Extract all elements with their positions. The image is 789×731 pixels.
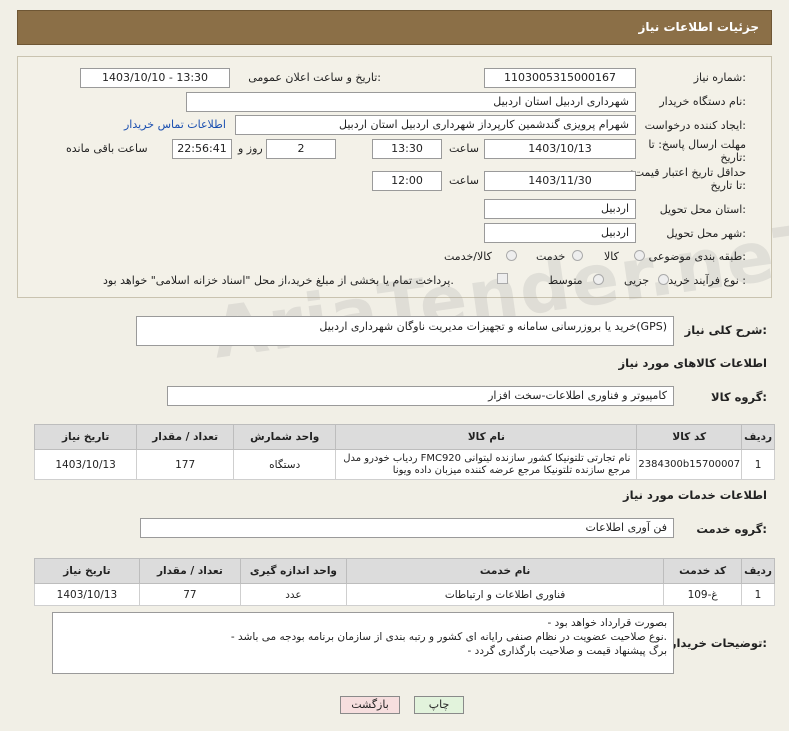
deadline-time-field[interactable]: 13:30: [372, 139, 442, 159]
deadline-time-word: ساعت: [449, 142, 479, 155]
goods-section-title: اطلاعات کالاهای مورد نیاز: [618, 356, 767, 370]
notes-line: - بصورت قرارداد خواهد بود: [547, 617, 667, 629]
col-need-date: تاریخ نیاز: [33, 424, 138, 450]
row-qty: 177: [136, 449, 235, 480]
announce-field[interactable]: 1403/10/10 - 13:30: [80, 68, 230, 88]
page-header: جزئیات اطلاعات نیاز: [17, 10, 772, 45]
need-number-field[interactable]: 1103005315000167: [484, 68, 636, 88]
remaining-word: ساعت باقی مانده: [66, 142, 148, 155]
category-goods-service-label: کالا/خدمت: [444, 250, 492, 263]
goods-group-label: گروه کالا:: [711, 390, 767, 404]
city-field[interactable]: اردبیل: [484, 223, 636, 243]
table-row[interactable]: 1403/10/13 77 عدد فناوری اطلاعات و ارتبا…: [34, 583, 775, 606]
col-need-date: تاریخ نیاز: [34, 558, 140, 584]
validity-time-word: ساعت: [449, 174, 479, 187]
row-index: 1: [741, 449, 775, 480]
col-qty: تعداد / مقدار: [138, 558, 241, 584]
treasury-payment-note: پرداخت تمام یا بخشی از مبلغ خرید،از محل …: [103, 274, 454, 287]
need-number-label: شماره نیاز:: [693, 71, 746, 84]
row-service-name: فناوری اطلاعات و ارتباطات: [345, 583, 665, 606]
process-minor-label: جزیی: [624, 274, 650, 287]
category-service-label: خدمت: [536, 250, 566, 263]
process-medium-radio[interactable]: [593, 274, 604, 285]
row-code: 2384300b15700007: [636, 449, 743, 480]
process-minor-radio[interactable]: [658, 274, 669, 285]
summary-text: خرید یا بروزرسانی سامانه و تجهیزات مدیری…: [319, 320, 667, 333]
col-service-name: نام خدمت: [345, 558, 665, 584]
creator-label: ایجاد کننده درخواست:: [644, 119, 746, 132]
col-unit: واحد اندازه گیری: [239, 558, 347, 584]
notes-line: - نوع صلاحیت عضویت در نظام صنفی رایانه ا…: [230, 631, 667, 643]
province-label: استان محل تحویل:: [659, 203, 746, 216]
goods-group-field[interactable]: کامپیوتر و فناوری اطلاعات-سخت افزار: [167, 386, 674, 406]
validity-label: حداقل تاریخ اعتبار قیمت: تا تاریخ:: [630, 166, 746, 192]
validity-time-field[interactable]: 12:00: [372, 171, 442, 191]
row-service-code: غ-109: [663, 583, 743, 606]
summary-field[interactable]: خرید یا بروزرسانی سامانه و تجهیزات مدیری…: [136, 316, 674, 346]
row-unit: دستگاه: [233, 449, 337, 480]
creator-field[interactable]: شهرام پرویزی گندشمین کارپرداز شهرداری ار…: [235, 115, 636, 135]
col-unit: واحد شمارش: [233, 424, 337, 450]
notes-line: - برگ پیشنهاد قیمت و صلاحیت بارگذاری گرد…: [467, 645, 667, 657]
deadline-label: مهلت ارسال پاسخ: تا تاریخ:: [648, 138, 746, 164]
row-unit: عدد: [239, 583, 347, 606]
province-field[interactable]: اردبیل: [484, 199, 636, 219]
col-qty: تعداد / مقدار: [136, 424, 235, 450]
col-name: نام کالا: [335, 424, 638, 450]
col-index: ردیف: [741, 558, 775, 584]
notes-field[interactable]: - بصورت قرارداد خواهد بود - نوع صلاحیت ع…: [52, 612, 674, 674]
validity-date-field[interactable]: 1403/11/30: [484, 171, 636, 191]
buyer-field[interactable]: شهرداری اردبیل استان اردبیل: [186, 92, 636, 112]
category-goods-label: کالا: [604, 250, 619, 263]
treasury-payment-checkbox[interactable]: [497, 273, 508, 284]
category-goods-radio[interactable]: [634, 250, 645, 261]
print-button[interactable]: چاپ: [414, 696, 464, 714]
services-group-field[interactable]: فن آوری اطلاعات: [140, 518, 674, 538]
col-service-code: کد خدمت: [663, 558, 743, 584]
services-section-title: اطلاعات خدمات مورد نیاز: [623, 488, 767, 502]
table-row[interactable]: 1403/10/13 177 دستگاه ردیاب خودرو مدل FM…: [33, 449, 775, 480]
category-goods-service-radio[interactable]: [506, 250, 517, 261]
col-code: کد کالا: [636, 424, 743, 450]
city-label: شهر محل تحویل:: [666, 227, 746, 240]
services-table: تاریخ نیاز تعداد / مقدار واحد اندازه گیر…: [34, 558, 775, 606]
announce-label: تاریخ و ساعت اعلان عمومی:: [248, 71, 381, 84]
page-title: جزئیات اطلاعات نیاز: [638, 20, 759, 34]
row-index: 1: [741, 583, 775, 606]
goods-table: تاریخ نیاز تعداد / مقدار واحد شمارش نام …: [33, 424, 775, 480]
days-word: روز و: [238, 142, 263, 155]
services-table-header: تاریخ نیاز تعداد / مقدار واحد اندازه گیر…: [34, 558, 775, 584]
back-button[interactable]: بازگشت: [340, 696, 400, 714]
process-label: نوع فرآیند خرید :: [668, 274, 746, 287]
row-qty: 77: [138, 583, 241, 606]
goods-table-header: تاریخ نیاز تعداد / مقدار واحد شمارش نام …: [33, 424, 775, 450]
days-field[interactable]: 2: [266, 139, 336, 159]
buyer-label: نام دستگاه خریدار:: [659, 95, 746, 108]
summary-label: شرح کلی نیاز:: [684, 323, 767, 337]
services-group-label: گروه خدمت:: [696, 522, 767, 536]
deadline-date-field[interactable]: 1403/10/13: [484, 139, 636, 159]
notes-label: توضیحات خریدار:: [669, 636, 767, 650]
row-need-date: 1403/10/13: [33, 449, 138, 480]
row-name: ردیاب خودرو مدل FMC920 نام تجارتی تلتونی…: [335, 449, 638, 480]
remaining-time-field[interactable]: 22:56:41: [172, 139, 232, 159]
col-index: ردیف: [741, 424, 775, 450]
category-label: طبقه بندی موضوعی:: [648, 250, 746, 263]
contact-buyer-link[interactable]: اطلاعات تماس خریدار: [124, 118, 226, 131]
process-medium-label: متوسط: [548, 274, 583, 287]
category-service-radio[interactable]: [572, 250, 583, 261]
row-need-date: 1403/10/13: [34, 583, 140, 606]
